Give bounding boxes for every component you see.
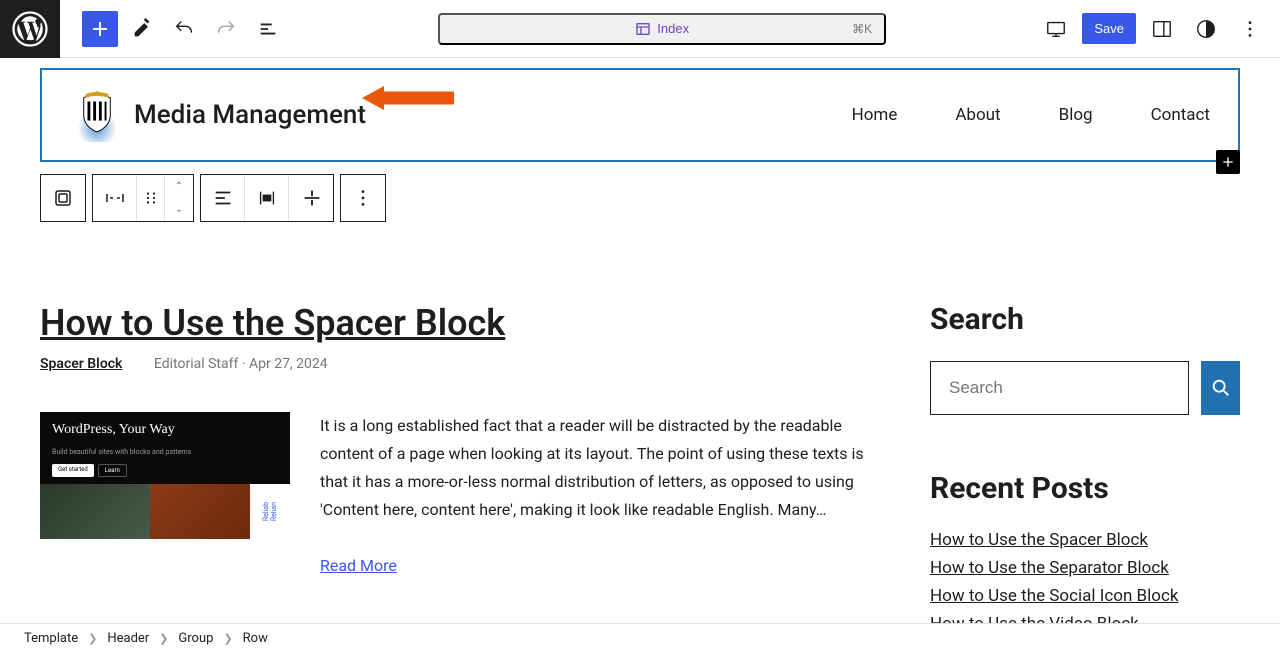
excerpt-column: It is a long established fact that a rea… [320,412,880,575]
post-title[interactable]: How to Use the Spacer Block [40,302,880,344]
sidebar-icon [1151,18,1173,40]
annotation-arrow [362,84,454,112]
crest-icon [78,90,116,134]
post-content: How to Use the Spacer Block Spacer Block… [40,302,880,623]
align-button[interactable] [245,175,289,221]
search-input[interactable] [930,361,1189,415]
wordpress-icon [12,11,48,47]
recent-posts-heading: Recent Posts [930,471,1240,506]
site-navigation: Home About Blog Contact [852,105,1210,125]
search-button[interactable] [1201,361,1240,415]
drag-icon [142,189,160,207]
nav-item-home[interactable]: Home [852,105,898,125]
redo-button[interactable] [208,11,244,47]
desktop-icon [1045,18,1067,40]
site-logo[interactable] [70,88,124,142]
breadcrumb-item[interactable]: Row [243,631,268,646]
redo-icon [215,18,237,40]
list-view-button[interactable] [250,11,286,47]
shortcut-hint: ⌘K [852,22,872,36]
featured-image[interactable]: WordPress, Your Way Build beautiful site… [40,412,290,539]
search-heading: Search [930,302,1240,337]
nav-item-blog[interactable]: Blog [1059,105,1093,125]
post-body: WordPress, Your Way Build beautiful site… [40,412,880,575]
chevron-right-icon: ❯ [223,632,232,645]
recent-post-link[interactable]: How to Use the Social Icon Block [930,586,1240,606]
wordpress-logo-button[interactable] [0,0,60,58]
full-width-icon [301,187,323,209]
undo-button[interactable] [166,11,202,47]
block-inserter-button[interactable] [82,11,118,47]
search-icon [1210,377,1232,399]
list-view-icon [257,18,279,40]
plus-icon [1220,154,1236,170]
sidebar: Search Recent Posts How to Use the Space… [930,302,1240,623]
justify-left-icon [212,187,234,209]
search-block [930,361,1240,415]
breadcrumb-item[interactable]: Template [24,631,78,646]
read-more-link[interactable]: Read More [320,556,880,575]
editor-toolbar: Index ⌘K Save [0,0,1280,58]
toolbar-center: Index ⌘K [294,13,1030,45]
document-switcher[interactable]: Index ⌘K [438,13,886,45]
document-title: Index [657,21,689,36]
block-toolbar: ⌃ ⌄ [40,174,1280,222]
view-button[interactable] [1038,11,1074,47]
plus-icon [88,17,112,41]
more-vertical-icon [1239,18,1261,40]
width-button[interactable] [289,175,333,221]
post-date: Apr 27, 2024 [249,356,328,372]
layout-icon [635,21,651,37]
move-down-button[interactable]: ⌄ [165,198,193,221]
block-options-button[interactable] [341,175,385,221]
toolbar-left [82,11,286,47]
site-title[interactable]: Media Management [134,100,366,130]
site-identity: Media Management [70,88,366,142]
chevron-right-icon: ❯ [88,632,97,645]
content-area: How to Use the Spacer Block Spacer Block… [0,222,1280,623]
more-vertical-icon [352,187,374,209]
row-icon [103,186,127,210]
breadcrumb-item[interactable]: Group [178,631,213,646]
block-type-button[interactable] [93,175,137,221]
styles-button[interactable] [1188,11,1224,47]
nav-item-about[interactable]: About [955,105,1000,125]
recent-post-link[interactable]: How to Use the Spacer Block [930,530,1240,550]
recent-post-link[interactable]: How to Use the Separator Block [930,558,1240,578]
block-breadcrumb: Template ❯ Header ❯ Group ❯ Row [0,623,1280,653]
toolbar-right: Save [1038,11,1268,47]
tools-button[interactable] [124,11,160,47]
move-up-button[interactable]: ⌃ [165,175,193,198]
save-button[interactable]: Save [1082,13,1136,44]
undo-icon [173,18,195,40]
nav-item-contact[interactable]: Contact [1151,105,1210,125]
block-appender[interactable] [1216,150,1240,174]
site-header-block[interactable]: Media Management Home About Blog Contact [40,68,1240,162]
vertical-align-icon [256,187,278,209]
group-icon [51,186,75,210]
featured-headline: WordPress, Your Way [40,412,290,448]
post-category[interactable]: Spacer Block [40,356,122,372]
post-meta: Spacer Block Editorial Staff · Apr 27, 2… [40,356,880,372]
edit-icon [131,18,153,40]
options-button[interactable] [1232,11,1268,47]
post-author: Editorial Staff [154,356,238,372]
editor-canvas: Media Management Home About Blog Contact [0,58,1280,623]
justify-button[interactable] [201,175,245,221]
chevron-right-icon: ❯ [159,632,168,645]
block-movers: ⌃ ⌄ [165,175,193,221]
recent-posts-list: How to Use the Spacer Block How to Use t… [930,530,1240,623]
recent-post-link[interactable]: How to Use the Video Block [930,614,1240,623]
contrast-icon [1195,18,1217,40]
post-excerpt: It is a long established fact that a rea… [320,412,880,524]
drag-handle[interactable] [137,175,165,221]
parent-block-button[interactable] [41,175,85,221]
breadcrumb-item[interactable]: Header [107,631,149,646]
settings-sidebar-button[interactable] [1144,11,1180,47]
